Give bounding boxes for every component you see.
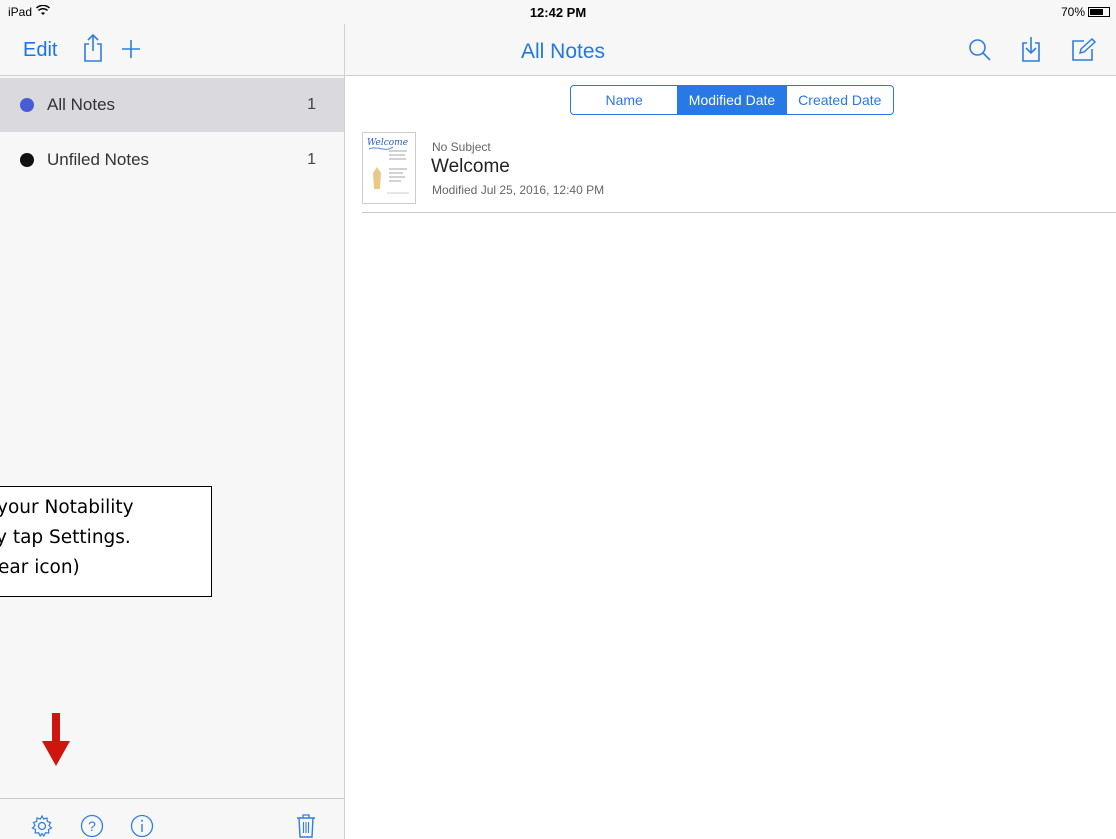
callout-line: y tap Settings. (0, 527, 131, 548)
import-icon[interactable] (1020, 35, 1042, 68)
sidebar-item-label: All Notes (47, 95, 116, 114)
sort-option-created-date[interactable]: Created Date (785, 86, 893, 114)
navigation-bar: Edit All Notes (0, 24, 1116, 76)
help-icon[interactable]: ? (80, 814, 104, 839)
tutorial-callout: your Notability y tap Settings. ear icon… (0, 486, 212, 597)
page-title: All Notes (520, 40, 606, 63)
toolbar-divider (0, 798, 344, 799)
note-thumbnail: Welcome (362, 132, 416, 204)
note-title: Welcome (431, 156, 510, 177)
sidebar-item-all-notes[interactable]: All Notes 1 (0, 78, 344, 132)
sort-option-name[interactable]: Name (571, 86, 677, 114)
note-divider (362, 212, 1116, 213)
battery-icon (1088, 7, 1110, 17)
gear-icon[interactable] (30, 814, 54, 839)
add-icon[interactable] (121, 39, 141, 64)
sort-segmented-control: Name Modified Date Created Date (570, 85, 894, 115)
callout-line: ear icon) (0, 557, 80, 578)
status-bar: iPad 12:42 PM 70% (0, 0, 1116, 24)
compose-icon[interactable] (1071, 37, 1097, 67)
trash-icon[interactable] (295, 813, 317, 839)
info-icon[interactable] (130, 814, 154, 839)
folder-dot-icon (20, 153, 34, 167)
search-icon[interactable] (968, 38, 992, 67)
sort-option-modified-date[interactable]: Modified Date (677, 86, 786, 114)
callout-line: your Notability (0, 497, 134, 518)
nav-left-pane: Edit (0, 24, 345, 76)
sidebar-item-count: 1 (307, 96, 316, 113)
red-arrow-icon (41, 713, 71, 772)
sidebar-item-label: Unfiled Notes (47, 150, 150, 169)
folder-dot-icon (20, 98, 34, 112)
sidebar-item-count: 1 (307, 151, 316, 168)
thumb-title: Welcome (367, 138, 408, 148)
note-subject: No Subject (432, 140, 491, 154)
status-right: 70% (1061, 5, 1110, 19)
edit-button[interactable]: Edit (23, 39, 57, 62)
battery-text: 70% (1060, 5, 1085, 19)
note-modified-date: Modified Jul 25, 2016, 12:40 PM (432, 183, 605, 197)
share-icon[interactable] (82, 33, 104, 68)
svg-text:?: ? (88, 818, 96, 834)
sidebar-item-unfiled-notes[interactable]: Unfiled Notes 1 (0, 133, 344, 187)
status-time: 12:42 PM (529, 5, 587, 20)
